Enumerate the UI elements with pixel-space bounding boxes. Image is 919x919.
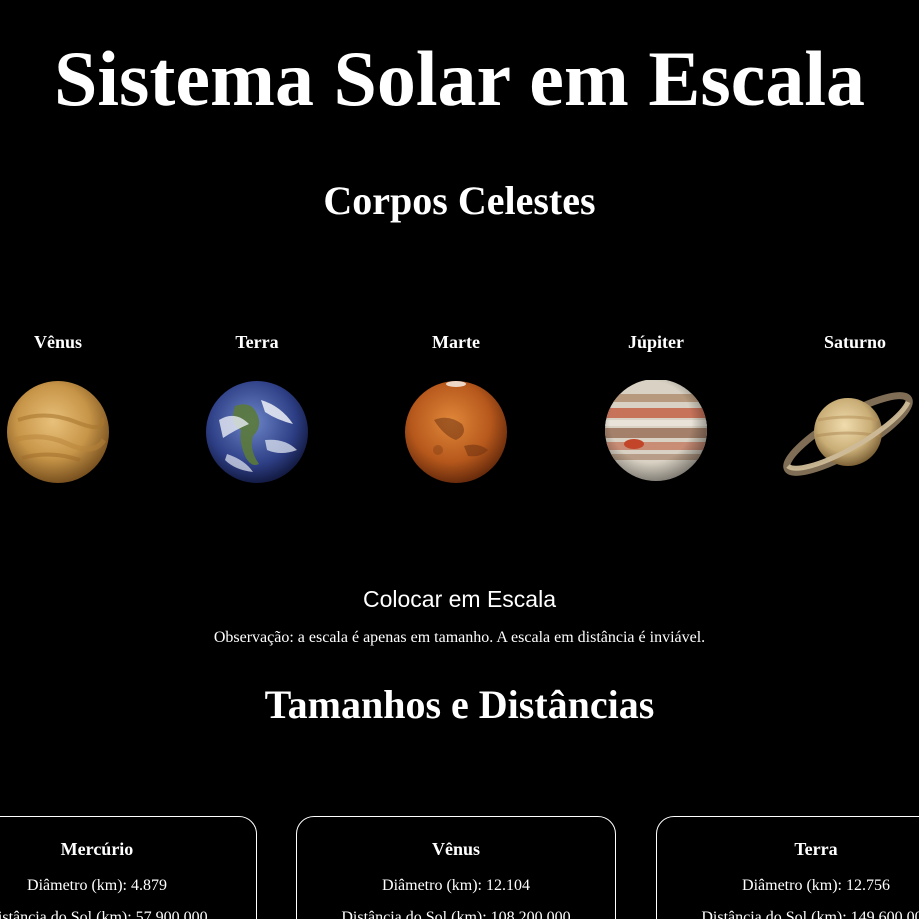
info-card-venus: Vênus Diâmetro (km): 12.104 Distância do… — [296, 816, 616, 919]
mars-icon — [405, 381, 507, 483]
info-card-mercury: Mercúrio Diâmetro (km): 4.879 Distância … — [0, 816, 257, 919]
planet-saturn: Saturno — [783, 330, 919, 510]
planet-name: Terra — [235, 332, 279, 352]
planet-name: Saturno — [823, 332, 886, 352]
info-card-earth: Terra Diâmetro (km): 12.756 Distância do… — [656, 816, 919, 919]
planet-venus: Vênus — [0, 330, 128, 510]
sizes-distances-heading: Tamanhos e Distâncias — [264, 682, 655, 727]
planet-name: Júpiter — [628, 332, 684, 352]
card-title: Terra — [794, 839, 838, 859]
scale-note: Observação: a escala é apenas em tamanho… — [213, 629, 706, 646]
saturn-icon — [783, 392, 913, 476]
card-diameter: Diâmetro (km): 12.104 — [382, 877, 530, 894]
planet-mars: Marte — [386, 330, 526, 510]
card-title: Mercúrio — [60, 839, 134, 859]
planet-name: Vênus — [33, 332, 82, 352]
page-title: Sistema Solar em Escala — [53, 35, 865, 122]
card-distance: Distância do Sol (km): 149.600.000 — [701, 909, 919, 919]
card-distance: Distância do Sol (km): 108.200.000 — [341, 909, 571, 919]
card-distance: Distância do Sol (km): 57.900.000 — [0, 909, 208, 919]
card-title: Vênus — [431, 839, 480, 859]
card-diameter: Diâmetro (km): 12.756 — [742, 877, 890, 894]
card-diameter: Diâmetro (km): 4.879 — [27, 877, 167, 894]
celestial-bodies-heading: Corpos Celestes — [323, 178, 596, 223]
scale-button[interactable]: Colocar em Escala — [0, 584, 919, 614]
planet-earth: Terra — [187, 330, 327, 510]
earth-icon — [206, 381, 308, 483]
jupiter-icon — [605, 380, 707, 481]
planet-jupiter: Júpiter — [586, 330, 726, 510]
page: Sistema Solar em Escala Corpos Celestes … — [0, 0, 919, 919]
venus-icon — [7, 381, 109, 483]
planet-name: Marte — [432, 332, 480, 352]
